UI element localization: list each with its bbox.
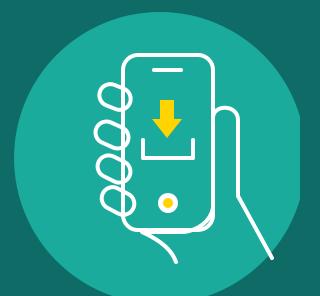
home-button-dot: [163, 198, 173, 208]
hand-holding-phone-download-icon: [0, 0, 300, 296]
app-download-illustration: [0, 0, 300, 296]
